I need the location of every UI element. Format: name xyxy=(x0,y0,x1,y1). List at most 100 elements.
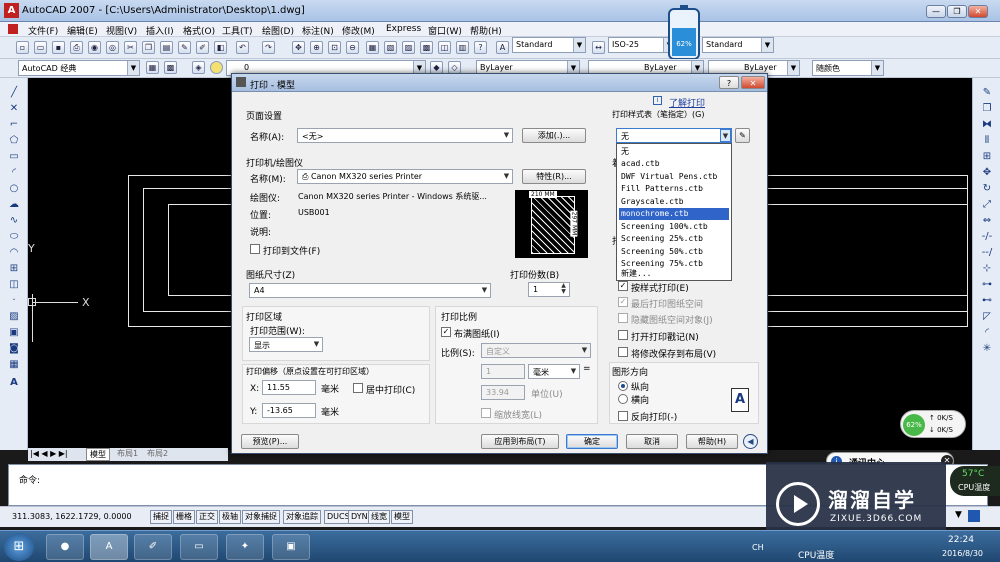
upside-down-checkbox[interactable] xyxy=(618,411,628,421)
spline-icon[interactable]: ∿ xyxy=(7,214,21,228)
maximize-button[interactable]: ❐ xyxy=(947,5,967,18)
start-button[interactable]: ⊞ xyxy=(4,533,34,561)
plot-with-styles-checkbox[interactable]: ✓ xyxy=(618,281,628,291)
array-icon[interactable]: ⊞ xyxy=(980,150,994,164)
scale-denominator-input[interactable]: 33.94 xyxy=(481,385,525,400)
paper-size-select[interactable]: A4 ▼ xyxy=(249,283,491,298)
autocad-taskbar-icon[interactable]: A xyxy=(90,534,128,560)
printer-properties-button[interactable]: 特性(R)... xyxy=(522,169,586,184)
revcloud-icon[interactable]: ☁ xyxy=(7,198,21,212)
offset-y-input[interactable]: -13.65 xyxy=(262,403,316,418)
minimize-button[interactable]: — xyxy=(926,5,946,18)
plot-to-file-checkbox[interactable] xyxy=(250,244,260,254)
plot-style-option[interactable]: acad.ctb xyxy=(619,158,729,170)
layer-manager-icon[interactable]: ◈ xyxy=(192,61,205,74)
ortho-toggle[interactable]: 正交 xyxy=(196,510,218,524)
zoom-previous-icon[interactable]: ⊖ xyxy=(346,41,359,54)
menu-view[interactable]: 视图(V) xyxy=(106,24,137,37)
clean-screen-icon[interactable] xyxy=(968,510,980,522)
plot-style-option-new[interactable]: 新建... xyxy=(619,268,729,280)
menu-window[interactable]: 窗口(W) xyxy=(428,24,462,37)
brush-icon[interactable]: ✐ xyxy=(196,41,209,54)
print-icon[interactable]: ⎙ xyxy=(70,41,83,54)
plot-stamp-checkbox[interactable] xyxy=(618,330,628,340)
zoom-realtime-icon[interactable]: ⊕ xyxy=(310,41,323,54)
ok-button[interactable]: 确定 xyxy=(566,434,618,449)
explorer-taskbar-icon[interactable]: ▭ xyxy=(180,534,218,560)
paperspace-last-checkbox[interactable]: ✓ xyxy=(618,297,628,307)
meitu-taskbar-icon[interactable]: ✦ xyxy=(226,534,264,560)
scale-lineweights-checkbox[interactable] xyxy=(481,408,491,418)
explode-icon[interactable]: ✳ xyxy=(980,342,994,356)
learn-plot-link[interactable]: 了解打印 xyxy=(669,96,705,109)
tab-layout1[interactable]: 布局1 xyxy=(114,448,141,459)
lineweight-toggle[interactable]: 线宽 xyxy=(368,510,390,524)
construction-line-icon[interactable]: ✕ xyxy=(7,102,21,116)
menu-express[interactable]: Express xyxy=(386,24,421,34)
publish-icon[interactable]: ◎ xyxy=(106,41,119,54)
extend-icon[interactable]: --/ xyxy=(980,246,994,260)
properties-icon[interactable]: ▦ xyxy=(366,41,379,54)
open-icon[interactable]: ▭ xyxy=(34,41,47,54)
fit-to-paper-checkbox[interactable]: ✓ xyxy=(441,327,451,337)
block-icon[interactable]: ◧ xyxy=(214,41,227,54)
table-icon[interactable]: ▦ xyxy=(7,358,21,372)
join-icon[interactable]: ⊷ xyxy=(980,294,994,308)
light-bulb-icon[interactable] xyxy=(210,61,223,74)
match-icon[interactable]: ✎ xyxy=(178,41,191,54)
plot-style-option[interactable]: Screening 25%.ctb xyxy=(619,233,729,245)
arc-icon[interactable]: ◜ xyxy=(7,166,21,180)
plot-style-option[interactable]: Fill Patterns.ctb xyxy=(619,183,729,195)
landscape-radio[interactable] xyxy=(618,394,628,404)
menu-modify[interactable]: 修改(M) xyxy=(342,24,375,37)
text-style-select[interactable]: Standard ▼ xyxy=(512,37,586,53)
plotstyle-select[interactable]: 随颜色 ▼ xyxy=(812,60,884,76)
mirror-icon[interactable]: ⧓ xyxy=(980,118,994,132)
toolpalette-icon[interactable]: ▨ xyxy=(402,41,415,54)
scale-numerator-input[interactable]: 1 xyxy=(481,364,525,379)
apply-to-layout-button[interactable]: 应用到布局(T) xyxy=(481,434,559,449)
copies-input[interactable]: 1 ▲ ▼ xyxy=(528,282,570,297)
fillet-icon[interactable]: ◜ xyxy=(980,326,994,340)
gradient-icon[interactable]: ▣ xyxy=(7,326,21,340)
offset-icon[interactable]: ⫴ xyxy=(980,134,994,148)
workspace-save-icon[interactable]: ▩ xyxy=(164,61,177,74)
tray-time[interactable]: 22:24 xyxy=(948,535,974,545)
tab-layout2[interactable]: 布局2 xyxy=(144,448,171,459)
plot-style-option-selected[interactable]: monochrome.ctb xyxy=(619,208,729,220)
chamfer-icon[interactable]: ◸ xyxy=(980,310,994,324)
menu-dimension[interactable]: 标注(N) xyxy=(302,24,334,37)
stretch-icon[interactable]: ⇔ xyxy=(980,214,994,228)
dim-style-select[interactable]: ISO-25▼ xyxy=(608,37,676,53)
printer-name-select[interactable]: ⎙ Canon MX320 series Printer ▼ xyxy=(297,169,513,184)
sheetset-icon[interactable]: ▩ xyxy=(420,41,433,54)
polar-toggle[interactable]: 极轴 xyxy=(219,510,241,524)
polygon-icon[interactable]: ⬠ xyxy=(7,134,21,148)
cut-icon[interactable]: ✂ xyxy=(124,41,137,54)
model-toggle[interactable]: 模型 xyxy=(391,510,413,524)
center-plot-checkbox[interactable] xyxy=(353,383,363,393)
page-setup-add-button[interactable]: 添加(.)... xyxy=(522,128,586,143)
otrack-toggle[interactable]: 对象追踪 xyxy=(283,510,321,524)
menu-draw[interactable]: 绘图(D) xyxy=(262,24,294,37)
table-style-select[interactable]: Standard ▼ xyxy=(702,37,774,53)
dialog-help-button[interactable]: ? xyxy=(719,76,739,89)
workspace-settings-icon[interactable]: ▦ xyxy=(146,61,159,74)
language-indicator[interactable]: CH xyxy=(752,543,764,552)
chrome-taskbar-icon[interactable]: ● xyxy=(46,534,84,560)
plot-style-table-select[interactable]: 无 ▼ xyxy=(616,128,732,143)
region-icon[interactable]: ◙ xyxy=(7,342,21,356)
undo-icon[interactable]: ↶ xyxy=(236,41,249,54)
status-menu-icon[interactable]: ▼ xyxy=(955,510,962,520)
save-changes-checkbox[interactable] xyxy=(618,347,628,357)
menu-format[interactable]: 格式(O) xyxy=(183,24,215,37)
help-button[interactable]: 帮助(H) xyxy=(686,434,738,449)
preview-button[interactable]: 预览(P)... xyxy=(241,434,299,449)
page-setup-name-select[interactable]: <无> ▼ xyxy=(297,128,513,143)
menu-file[interactable]: 文件(F) xyxy=(28,24,58,37)
make-block-icon[interactable]: ◫ xyxy=(7,278,21,292)
cancel-button[interactable]: 取消 xyxy=(626,434,678,449)
break-icon[interactable]: ⊶ xyxy=(980,278,994,292)
help-icon[interactable]: ? xyxy=(474,41,487,54)
calculator-icon[interactable]: ▥ xyxy=(456,41,469,54)
